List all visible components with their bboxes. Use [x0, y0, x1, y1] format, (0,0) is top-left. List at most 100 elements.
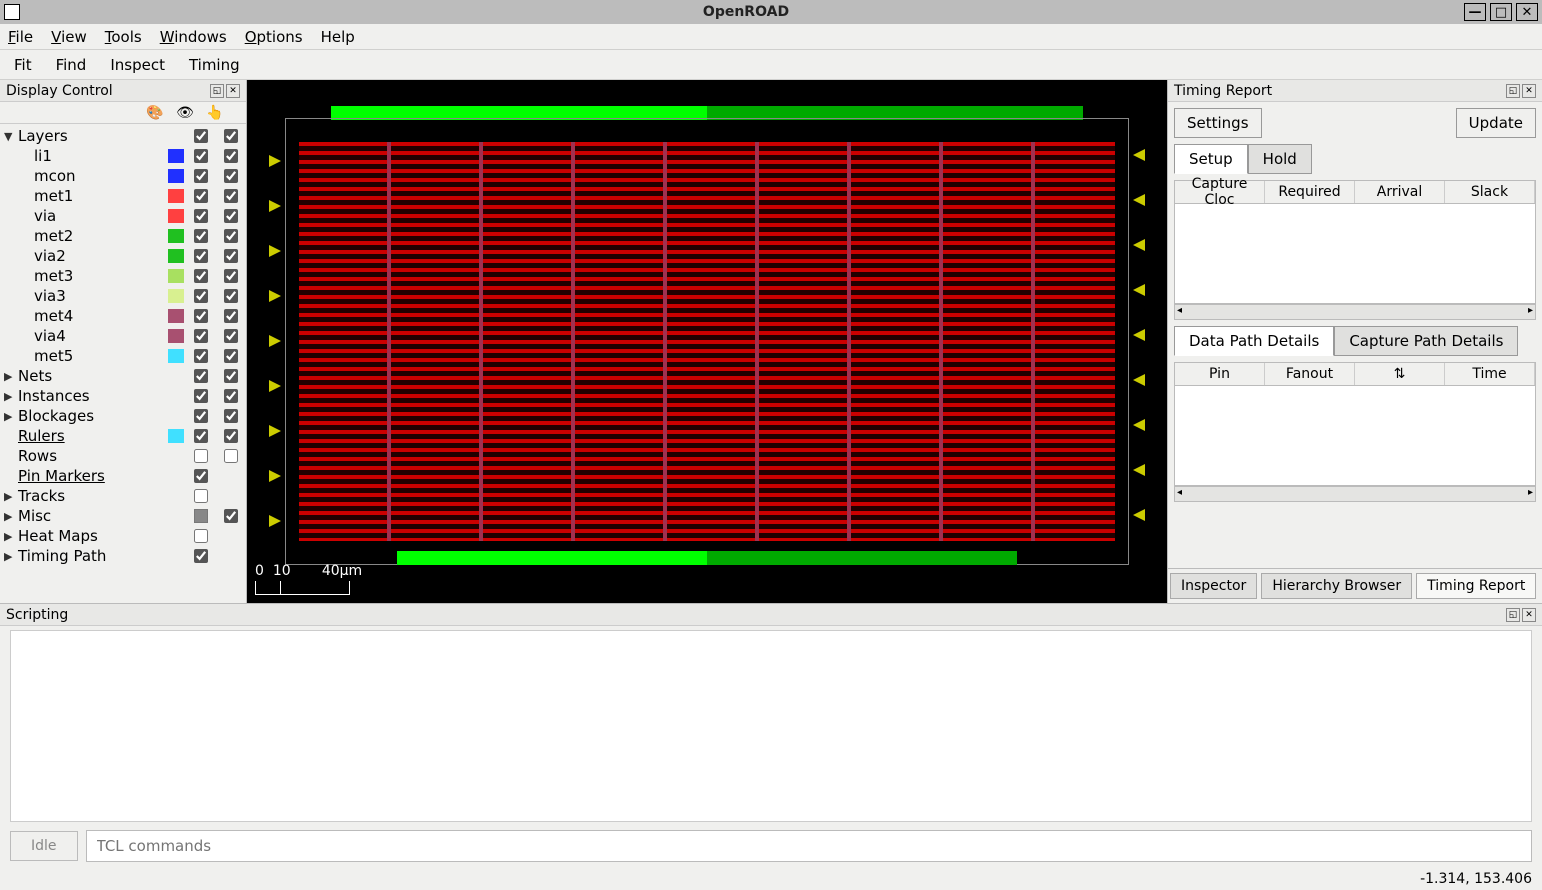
toolbar-inspect[interactable]: Inspect	[110, 56, 165, 74]
visibility-checkbox[interactable]	[194, 549, 208, 563]
menu-file[interactable]: File	[8, 28, 33, 46]
close-button[interactable]: ✕	[1516, 3, 1538, 21]
menu-windows[interactable]: Windows	[160, 28, 227, 46]
horizontal-scrollbar[interactable]	[1174, 486, 1536, 502]
selectable-checkbox[interactable]	[224, 509, 238, 523]
settings-button[interactable]: Settings	[1174, 108, 1262, 138]
tree-item-met5[interactable]: met5	[0, 346, 246, 366]
idle-button[interactable]: Idle	[10, 831, 78, 861]
visibility-checkbox[interactable]	[194, 149, 208, 163]
tab-timing-report[interactable]: Timing Report	[1416, 573, 1536, 599]
visibility-checkbox[interactable]	[194, 129, 208, 143]
color-swatch[interactable]	[168, 269, 184, 283]
panel-close-icon[interactable]: ✕	[1522, 84, 1536, 98]
selectable-checkbox[interactable]	[224, 269, 238, 283]
visibility-checkbox[interactable]	[194, 449, 208, 463]
menu-tools[interactable]: Tools	[105, 28, 142, 46]
tree-item-met1[interactable]: met1	[0, 186, 246, 206]
visibility-checkbox[interactable]	[194, 329, 208, 343]
panel-float-icon[interactable]: ◱	[210, 84, 224, 98]
layout-canvas[interactable]: 0 10 40µm	[247, 80, 1167, 603]
menu-help[interactable]: Help	[321, 28, 355, 46]
visibility-checkbox[interactable]	[194, 169, 208, 183]
tree-item-via3[interactable]: via3	[0, 286, 246, 306]
visibility-checkbox[interactable]	[194, 229, 208, 243]
toolbar-fit[interactable]: Fit	[14, 56, 32, 74]
tree-item-via4[interactable]: via4	[0, 326, 246, 346]
tab-hold[interactable]: Hold	[1248, 144, 1312, 174]
selectable-checkbox[interactable]	[224, 309, 238, 323]
minimize-button[interactable]: —	[1464, 3, 1486, 21]
maximize-button[interactable]: □	[1490, 3, 1512, 21]
visibility-checkbox[interactable]	[194, 489, 208, 503]
color-swatch[interactable]	[168, 149, 184, 163]
tree-item-misc[interactable]: ▶Misc	[0, 506, 246, 526]
tree-item-layers[interactable]: ▼Layers	[0, 126, 246, 146]
selectable-checkbox[interactable]	[224, 129, 238, 143]
tree-item-instances[interactable]: ▶Instances	[0, 386, 246, 406]
tab-capture-path[interactable]: Capture Path Details	[1334, 326, 1518, 356]
tab-hierarchy-browser[interactable]: Hierarchy Browser	[1261, 573, 1412, 599]
toolbar-find[interactable]: Find	[56, 56, 87, 74]
tree-item-pin-markers[interactable]: Pin Markers	[0, 466, 246, 486]
selectable-checkbox[interactable]	[224, 169, 238, 183]
tree-item-via2[interactable]: via2	[0, 246, 246, 266]
visibility-checkbox[interactable]	[194, 349, 208, 363]
color-swatch[interactable]	[168, 249, 184, 263]
menu-view[interactable]: View	[51, 28, 87, 46]
selectable-checkbox[interactable]	[224, 449, 238, 463]
tree-item-rows[interactable]: Rows	[0, 446, 246, 466]
panel-float-icon[interactable]: ◱	[1506, 84, 1520, 98]
color-swatch[interactable]	[168, 309, 184, 323]
visibility-checkbox[interactable]	[194, 409, 208, 423]
selectable-checkbox[interactable]	[224, 389, 238, 403]
selectable-checkbox[interactable]	[224, 409, 238, 423]
visibility-checkbox[interactable]	[194, 469, 208, 483]
display-control-tree[interactable]: ▼Layersli1mconmet1viamet2via2met3via3met…	[0, 124, 246, 603]
color-swatch[interactable]	[168, 189, 184, 203]
menu-options[interactable]: Options	[245, 28, 303, 46]
tree-item-met4[interactable]: met4	[0, 306, 246, 326]
horizontal-scrollbar[interactable]	[1174, 304, 1536, 320]
tree-item-mcon[interactable]: mcon	[0, 166, 246, 186]
visibility-checkbox[interactable]	[194, 369, 208, 383]
tree-item-via[interactable]: via	[0, 206, 246, 226]
color-swatch[interactable]	[168, 349, 184, 363]
visibility-checkbox[interactable]	[194, 249, 208, 263]
tree-item-nets[interactable]: ▶Nets	[0, 366, 246, 386]
visibility-checkbox[interactable]	[194, 269, 208, 283]
selectable-checkbox[interactable]	[224, 369, 238, 383]
checkbox-mixed[interactable]	[194, 509, 208, 523]
tab-setup[interactable]: Setup	[1174, 144, 1248, 174]
color-swatch[interactable]	[168, 229, 184, 243]
selectable-checkbox[interactable]	[224, 329, 238, 343]
selectable-checkbox[interactable]	[224, 209, 238, 223]
color-swatch[interactable]	[168, 329, 184, 343]
color-swatch[interactable]	[168, 429, 184, 443]
panel-close-icon[interactable]: ✕	[1522, 608, 1536, 622]
color-swatch[interactable]	[168, 169, 184, 183]
tree-item-heat-maps[interactable]: ▶Heat Maps	[0, 526, 246, 546]
visibility-checkbox[interactable]	[194, 389, 208, 403]
toolbar-timing[interactable]: Timing	[189, 56, 240, 74]
tcl-command-input[interactable]	[86, 830, 1532, 862]
tree-item-met3[interactable]: met3	[0, 266, 246, 286]
tree-item-rulers[interactable]: Rulers	[0, 426, 246, 446]
tree-item-met2[interactable]: met2	[0, 226, 246, 246]
visibility-checkbox[interactable]	[194, 309, 208, 323]
visibility-checkbox[interactable]	[194, 529, 208, 543]
panel-float-icon[interactable]: ◱	[1506, 608, 1520, 622]
update-button[interactable]: Update	[1456, 108, 1536, 138]
selectable-checkbox[interactable]	[224, 429, 238, 443]
tree-item-li1[interactable]: li1	[0, 146, 246, 166]
panel-close-icon[interactable]: ✕	[226, 84, 240, 98]
selectable-checkbox[interactable]	[224, 349, 238, 363]
color-swatch[interactable]	[168, 209, 184, 223]
tab-inspector[interactable]: Inspector	[1170, 573, 1257, 599]
visibility-checkbox[interactable]	[194, 289, 208, 303]
selectable-checkbox[interactable]	[224, 249, 238, 263]
selectable-checkbox[interactable]	[224, 229, 238, 243]
visibility-checkbox[interactable]	[194, 189, 208, 203]
color-swatch[interactable]	[168, 289, 184, 303]
selectable-checkbox[interactable]	[224, 289, 238, 303]
